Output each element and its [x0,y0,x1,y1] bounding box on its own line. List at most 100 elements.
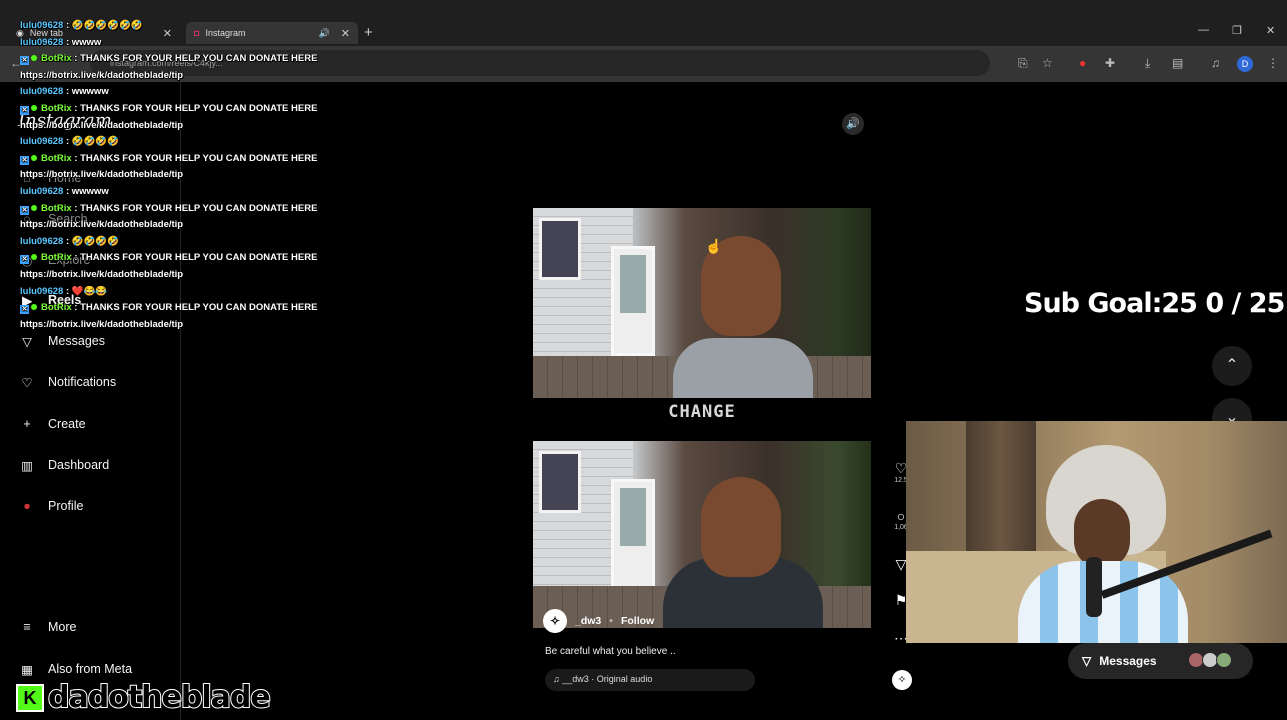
verified-dot-icon [31,154,37,161]
chevron-up-icon: ⌃ [1225,357,1239,374]
chat-text: THANKS FOR YOUR HELP YOU CAN DONATE HERE [80,302,318,314]
streamer-webcam [906,421,1287,643]
minimize-icon[interactable]: — [1198,24,1209,36]
download-icon[interactable]: ⤓ [1145,56,1150,71]
speaker-icon[interactable]: 🔊 [319,28,330,39]
chat-message: lulu09628 : wwwww [20,86,109,98]
kick-logo-icon: K [16,683,44,712]
chat-text: 🤣🤣🤣🤣 [71,136,120,148]
chat-message: lulu09628 : wwwww [20,185,109,197]
stream-chat-overlay: lulu09628 : 🤣🤣🤣🤣🤣🤣 lulu09628 : wwww ✕ BotRi… [20,18,320,333]
music-note-icon: ♫ [553,674,560,684]
reel-video[interactable]: 🔊 CHANGE ✧ _dw3 • Follow Be careful what… [533,106,871,700]
verified-dot-icon [31,204,37,211]
mouse-cursor: ☝ [705,238,723,254]
verified-dot-icon [31,55,37,62]
reel-author[interactable]: ✧ _dw3 • Follow [543,609,654,633]
verified-dot-icon [31,304,37,311]
chat-username: BotRix [41,53,72,65]
chat-text: wwwww [71,185,109,197]
chat-text: 🤣🤣🤣🤣🤣🤣 [71,20,143,31]
meta-icon: ▦ [21,662,33,677]
menu-icon: ≡ [23,620,31,634]
chat-text: THANKS FOR YOUR HELP YOU CAN DONATE HERE [80,202,318,214]
sub-goal-overlay: Sub Goal:25 0 / 25 [1024,288,1285,319]
profile-avatar[interactable]: D [1237,56,1253,72]
media-icon[interactable]: ♫ [1211,56,1220,70]
chat-text: ❤️😂😂 [71,285,108,297]
heart-icon: ♡ [21,375,33,390]
chat-text: wwwww [71,86,109,98]
chat-message: lulu09628 : 🤣🤣🤣🤣 [20,235,120,247]
previous-reel-button[interactable]: ⌃ [1212,346,1252,386]
close-window-icon[interactable]: ✕ [1266,24,1275,37]
chat-message: ✕ BotRix : THANKS FOR YOUR HELP YOU CAN D… [20,252,318,265]
chat-username: lulu09628 [20,136,64,148]
chat-username: lulu09628 [20,235,64,247]
messenger-icon: ▽ [1082,654,1092,668]
bot-badge-icon: ✕ [20,305,29,315]
message-avatars [1188,652,1238,668]
sidebar-item-create[interactable]: + Create [18,412,85,436]
bookmark-star-icon[interactable]: ☆ [1042,56,1053,70]
reel-caption: Be careful what you believe .. [545,646,676,657]
extension-icon[interactable]: ● [1079,56,1086,70]
new-tab-button[interactable]: + [364,24,373,41]
chat-message: lulu09628 : 🤣🤣🤣🤣 [20,136,120,148]
reel-overlay-text: CHANGE [668,402,736,422]
chat-username: lulu09628 [20,20,64,31]
chat-link[interactable]: https://botrix.live/k/dadotheblade/tip [20,118,320,135]
chat-username: BotRix [41,302,72,314]
chat-username: lulu09628 [20,285,64,297]
close-icon[interactable]: ✕ [341,27,350,40]
chat-username: BotRix [41,152,72,164]
chat-link[interactable]: https://botrix.live/k/dadotheblade/tip [20,267,320,284]
reel-frame-top [533,208,871,398]
chat-link[interactable]: https://botrix.live/k/dadotheblade/tip [20,68,320,85]
chat-message: ✕ BotRix : THANKS FOR YOUR HELP YOU CAN D… [20,302,318,315]
kebab-menu-icon[interactable]: ⋮ [1267,56,1279,70]
chat-message: ✕ BotRix : THANKS FOR YOUR HELP YOU CAN D… [20,53,318,66]
follow-button[interactable]: Follow [621,615,654,627]
chat-text: THANKS FOR YOUR HELP YOU CAN DONATE HERE [80,252,318,264]
chat-link[interactable]: https://botrix.live/k/dadotheblade/tip [20,167,320,184]
messenger-icon: ▽ [22,334,32,349]
chat-username: lulu09628 [20,86,64,98]
sidebar-item-profile[interactable]: ● Profile [18,494,83,518]
comment-icon: ○ [896,508,906,524]
sidepanel-icon[interactable]: ▤ [1172,56,1183,70]
install-icon[interactable]: ⎘ [1018,56,1028,71]
bot-badge-icon: ✕ [20,56,29,66]
volume-icon[interactable]: 🔊 [842,113,864,135]
author-name[interactable]: _dw3 [575,615,601,627]
chat-username: BotRix [41,102,72,114]
streamer-name-overlay: K dadotheblade [16,679,272,716]
bot-badge-icon: ✕ [20,105,29,115]
chat-text: THANKS FOR YOUR HELP YOU CAN DONATE HERE [80,152,318,164]
puzzle-icon[interactable]: ✚ [1105,56,1115,70]
verified-dot-icon [31,104,37,111]
streamer-name: dadotheblade [47,679,272,716]
chat-link[interactable]: https://botrix.live/k/dadotheblade/tip [20,217,320,234]
reel-audio[interactable]: ♫ __dw3 · Original audio [545,669,755,691]
sidebar-item-notifications[interactable]: ♡ Notifications [18,370,116,394]
sidebar-item-also-from-meta[interactable]: ▦ Also from Meta [18,657,132,681]
sidebar-item-dashboard[interactable]: ▥ Dashboard [18,453,109,477]
audio-thumbnail[interactable]: ✧ [892,670,912,690]
chat-username: BotRix [41,252,72,264]
reel-frame-bottom [533,441,871,628]
chat-message: ✕ BotRix : THANKS FOR YOUR HELP YOU CAN D… [20,102,318,115]
bot-badge-icon: ✕ [20,155,29,165]
sidebar-item-more[interactable]: ≡ More [18,615,76,639]
chat-text: THANKS FOR YOUR HELP YOU CAN DONATE HERE [80,102,318,114]
chat-message: ✕ BotRix : THANKS FOR YOUR HELP YOU CAN D… [20,202,318,215]
restore-icon[interactable]: ❐ [1232,24,1242,37]
chat-username: BotRix [41,202,72,214]
chat-text: THANKS FOR YOUR HELP YOU CAN DONATE HERE [80,53,318,65]
chat-username: lulu09628 [20,36,64,48]
author-avatar[interactable]: ✧ [543,609,567,633]
chat-text: 🤣🤣🤣🤣 [71,235,120,247]
bot-badge-icon: ✕ [20,255,29,265]
chat-link[interactable]: https://botrix.live/k/dadotheblade/tip [20,317,320,334]
bot-badge-icon: ✕ [20,205,29,215]
